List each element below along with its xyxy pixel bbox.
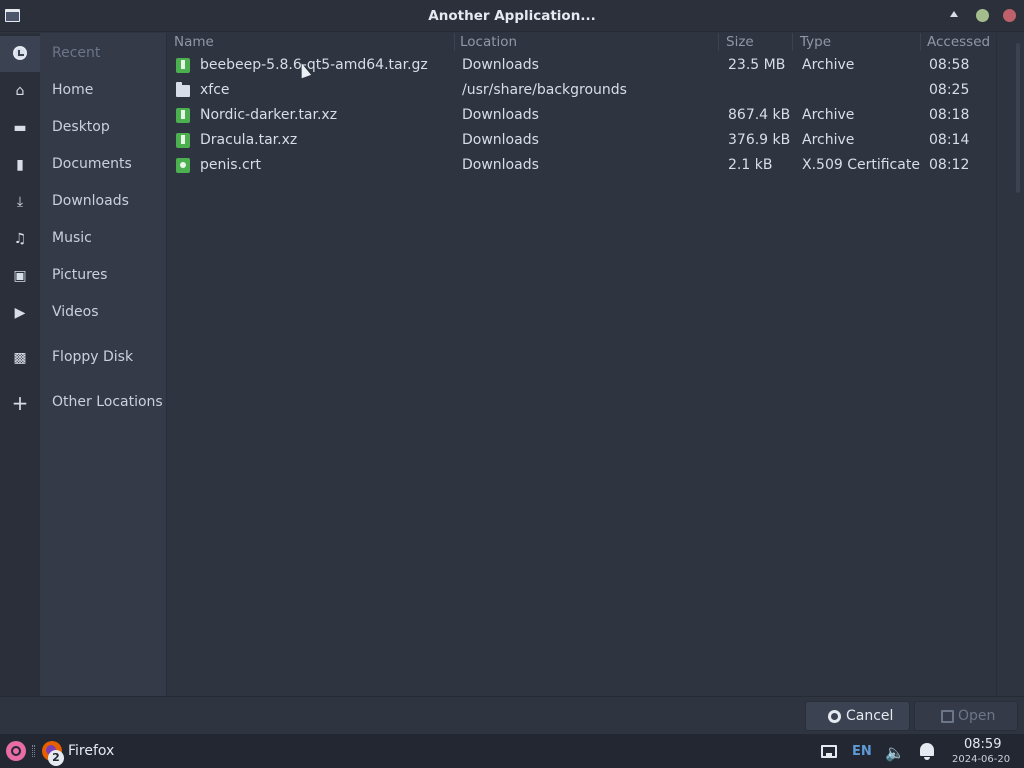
notification-bell-icon[interactable] — [918, 741, 936, 761]
grip-icon[interactable] — [32, 745, 35, 757]
sidebar-item-downloads[interactable]: ⤓ Downloads — [0, 184, 167, 220]
cancel-button[interactable]: Cancel — [805, 701, 910, 731]
file-location: Downloads — [462, 107, 539, 123]
desktop-icon: ▬ — [13, 120, 27, 136]
clock-date[interactable]: 2024-06-20 — [952, 754, 1010, 765]
plus-icon: + — [11, 391, 29, 415]
taskbar: 2 Firefox EN 🔈 08:59 2024-06-20 — [0, 734, 1024, 768]
cancel-icon — [828, 710, 841, 723]
sidebar-item-label: Home — [52, 82, 94, 98]
file-size: 2.1 kB — [728, 157, 773, 173]
volume-icon[interactable]: 🔈 — [885, 743, 905, 762]
sidebar-item-recent[interactable]: Recent — [0, 36, 167, 72]
open-button[interactable]: Open — [914, 701, 1018, 731]
sidebar-item-pictures[interactable]: ▣ Pictures — [0, 258, 167, 294]
sidebar-item-label: Documents — [52, 156, 132, 172]
table-row[interactable]: Dracula.tar.xz Downloads 376.9 kB Archiv… — [168, 128, 996, 153]
column-divider[interactable] — [792, 33, 793, 51]
file-size: 23.5 MB — [728, 57, 786, 73]
sidebar-item-other-locations[interactable]: + Other Locations — [0, 385, 167, 421]
archive-icon — [176, 133, 190, 148]
file-type: Archive — [802, 132, 855, 148]
file-name: Dracula.tar.xz — [200, 132, 298, 148]
sidebar-item-label: Other Locations — [52, 394, 163, 410]
cancel-button-label: Cancel — [846, 708, 894, 724]
column-header-accessed[interactable]: Accessed — [927, 34, 990, 50]
column-divider[interactable] — [920, 33, 921, 51]
file-accessed: 08:18 — [929, 107, 970, 123]
sidebar-item-label: Recent — [52, 45, 101, 61]
file-location: Downloads — [462, 157, 539, 173]
file-type: X.509 Certificate — [802, 157, 920, 173]
open-icon — [941, 710, 954, 723]
home-icon: ⌂ — [15, 83, 25, 99]
column-header-name[interactable]: Name — [174, 34, 214, 50]
file-accessed: 08:58 — [929, 57, 970, 73]
file-size: 376.9 kB — [728, 132, 791, 148]
sidebar-item-home[interactable]: ⌂ Home — [0, 73, 167, 109]
keyboard-layout-indicator[interactable]: EN — [852, 744, 872, 759]
archive-icon — [176, 58, 190, 73]
sidebar-item-desktop[interactable]: ▬ Desktop — [0, 110, 167, 146]
file-accessed: 08:12 — [929, 157, 970, 173]
sidebar-item-label: Desktop — [52, 119, 110, 135]
column-divider[interactable] — [454, 33, 455, 51]
column-divider[interactable] — [718, 33, 719, 51]
certificate-icon — [176, 158, 190, 173]
file-type: Archive — [802, 107, 855, 123]
table-row[interactable]: beebeep-5.8.6-qt5-amd64.tar.gz Downloads… — [168, 53, 996, 78]
window-count-badge: 2 — [48, 750, 64, 766]
title-bar: Another Application... — [0, 0, 1024, 32]
start-menu-icon[interactable] — [6, 741, 26, 761]
sidebar-item-label: Floppy Disk — [52, 349, 134, 365]
sidebar-item-label: Pictures — [52, 267, 108, 283]
file-location: Downloads — [462, 57, 539, 73]
sidebar-item-floppy-disk[interactable]: ▩ Floppy Disk — [0, 340, 167, 376]
archive-icon — [176, 108, 190, 123]
open-button-label: Open — [958, 708, 996, 724]
sidebar-item-documents[interactable]: ▮ Documents — [0, 147, 167, 183]
sidebar-item-music[interactable]: ♫ Music — [0, 221, 167, 257]
file-accessed: 08:14 — [929, 132, 970, 148]
picture-icon: ▣ — [13, 268, 27, 284]
minimize-arrow-icon[interactable] — [950, 11, 958, 17]
table-row[interactable]: penis.crt Downloads 2.1 kB X.509 Certifi… — [168, 153, 996, 178]
floppy-disk-icon: ▩ — [13, 350, 27, 366]
table-row[interactable]: Nordic-darker.tar.xz Downloads 867.4 kB … — [168, 103, 996, 128]
clock-icon — [10, 46, 30, 62]
scrollbar-thumb[interactable] — [1016, 43, 1020, 193]
file-name: xfce — [200, 82, 230, 98]
sidebar-item-label: Videos — [52, 304, 99, 320]
window-title: Another Application... — [428, 8, 596, 24]
column-header-location[interactable]: Location — [460, 34, 517, 50]
file-type: Archive — [802, 57, 855, 73]
sidebar-item-label: Downloads — [52, 193, 129, 209]
music-icon: ♫ — [13, 231, 27, 247]
file-name: penis.crt — [200, 157, 261, 173]
file-size: 867.4 kB — [728, 107, 791, 123]
file-location: /usr/share/backgrounds — [462, 82, 627, 98]
download-icon: ⤓ — [16, 194, 24, 210]
scrollbar[interactable] — [996, 33, 1024, 696]
document-icon: ▮ — [16, 157, 24, 173]
video-icon: ▶ — [14, 305, 26, 321]
network-icon[interactable] — [821, 745, 837, 758]
file-location: Downloads — [462, 132, 539, 148]
column-header-size[interactable]: Size — [726, 34, 754, 50]
sidebar-item-label: Music — [52, 230, 92, 246]
file-list: Name Location Size Type Accessed beebeep… — [168, 33, 996, 696]
column-header: Name Location Size Type Accessed — [168, 33, 996, 51]
sidebar-item-videos[interactable]: ▶ Videos — [0, 295, 167, 331]
file-accessed: 08:25 — [929, 82, 970, 98]
folder-icon — [176, 82, 190, 97]
close-button[interactable] — [1003, 9, 1016, 22]
file-name: beebeep-5.8.6-qt5-amd64.tar.gz — [200, 57, 428, 73]
clock-time[interactable]: 08:59 — [964, 737, 1001, 752]
dialog-footer: Cancel Open — [0, 696, 1024, 734]
file-name: Nordic-darker.tar.xz — [200, 107, 338, 123]
taskbar-app-firefox[interactable]: Firefox — [68, 743, 114, 759]
table-row[interactable]: xfce /usr/share/backgrounds 08:25 — [168, 78, 996, 103]
maximize-button[interactable] — [976, 9, 989, 22]
column-header-type[interactable]: Type — [800, 34, 831, 50]
